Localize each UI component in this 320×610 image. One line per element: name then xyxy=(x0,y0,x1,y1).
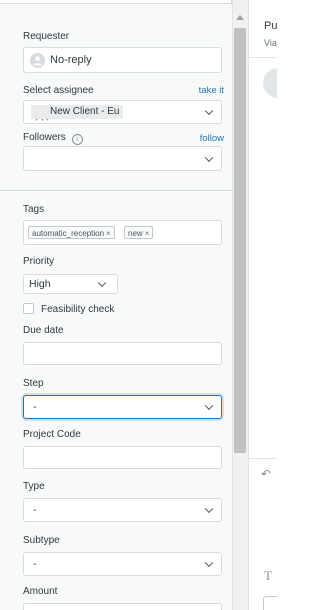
ticket-channel: Via xyxy=(264,38,277,48)
type-label: Type xyxy=(23,481,45,492)
bottom-button-partial[interactable] xyxy=(263,596,277,610)
tag-label: automatic_reception xyxy=(32,229,105,238)
assignee-value: New Client - Eu xyxy=(31,105,124,119)
assignee-label: Select assignee xyxy=(23,85,94,96)
chevron-down-icon xyxy=(97,278,107,288)
scroll-up-arrow-icon[interactable] xyxy=(236,15,244,20)
amount-label: Amount xyxy=(23,586,58,597)
project-code-label: Project Code xyxy=(23,429,81,440)
requester-field[interactable]: No-reply xyxy=(23,47,222,73)
top-divider xyxy=(249,57,277,58)
subtype-value: - xyxy=(33,558,37,570)
tags-label: Tags xyxy=(23,204,45,215)
chevron-down-icon xyxy=(204,106,214,116)
info-icon[interactable]: i xyxy=(71,134,83,145)
step-label: Step xyxy=(23,378,44,389)
step-select[interactable]: - xyxy=(23,395,222,419)
reply-icon[interactable]: ↶ xyxy=(261,467,271,481)
due-date-label: Due date xyxy=(23,325,64,336)
chevron-down-icon xyxy=(204,153,214,162)
tag-label: new xyxy=(128,229,143,238)
requester-label: Requester xyxy=(23,31,70,42)
tag-remove-icon[interactable]: × xyxy=(145,229,150,238)
followers-select[interactable] xyxy=(23,146,222,171)
chevron-down-icon xyxy=(204,504,214,514)
user-icon xyxy=(33,56,42,66)
followers-label: Followers i xyxy=(23,132,83,145)
chevron-down-icon xyxy=(204,558,214,568)
tag-automatic-reception: automatic_reception × xyxy=(28,226,115,239)
scrollbar-thumb[interactable] xyxy=(234,28,246,453)
take-it-link[interactable]: take it xyxy=(199,85,224,96)
section-divider xyxy=(0,190,232,191)
priority-label: Priority xyxy=(23,256,55,267)
avatar xyxy=(263,68,277,98)
subtype-label: Subtype xyxy=(23,535,60,546)
chevron-down-icon xyxy=(204,401,214,411)
composer-divider xyxy=(249,458,277,459)
type-select[interactable]: - xyxy=(23,498,222,522)
tag-new: new × xyxy=(124,226,154,239)
feasibility-label: Feasibility check xyxy=(41,304,115,315)
subtype-select[interactable]: - xyxy=(23,552,222,576)
text-format-icon[interactable]: T xyxy=(264,568,272,584)
priority-select[interactable]: High xyxy=(23,274,118,294)
followers-label-text: Followers xyxy=(23,132,66,143)
ticket-properties-panel: Requester No-reply Select assignee take … xyxy=(0,0,232,610)
requester-value: No-reply xyxy=(50,54,92,66)
tag-remove-icon[interactable]: × xyxy=(106,229,111,238)
ticket-title: Pu xyxy=(264,20,277,32)
conversation-panel: Pu Via ↶ T xyxy=(248,0,277,610)
priority-value: High xyxy=(29,278,51,290)
avatar xyxy=(30,53,45,68)
amount-input[interactable] xyxy=(23,603,222,610)
due-date-input[interactable] xyxy=(23,342,222,365)
project-code-input[interactable] xyxy=(23,446,222,469)
top-field-partial[interactable] xyxy=(0,0,232,4)
feasibility-checkbox[interactable] xyxy=(23,303,34,314)
step-value: - xyxy=(33,401,37,413)
tags-input[interactable]: automatic_reception × new × xyxy=(23,220,222,245)
assignee-select[interactable]: New Client - Eu xyxy=(23,100,222,124)
follow-link[interactable]: follow xyxy=(200,133,224,144)
type-value: - xyxy=(33,504,37,516)
